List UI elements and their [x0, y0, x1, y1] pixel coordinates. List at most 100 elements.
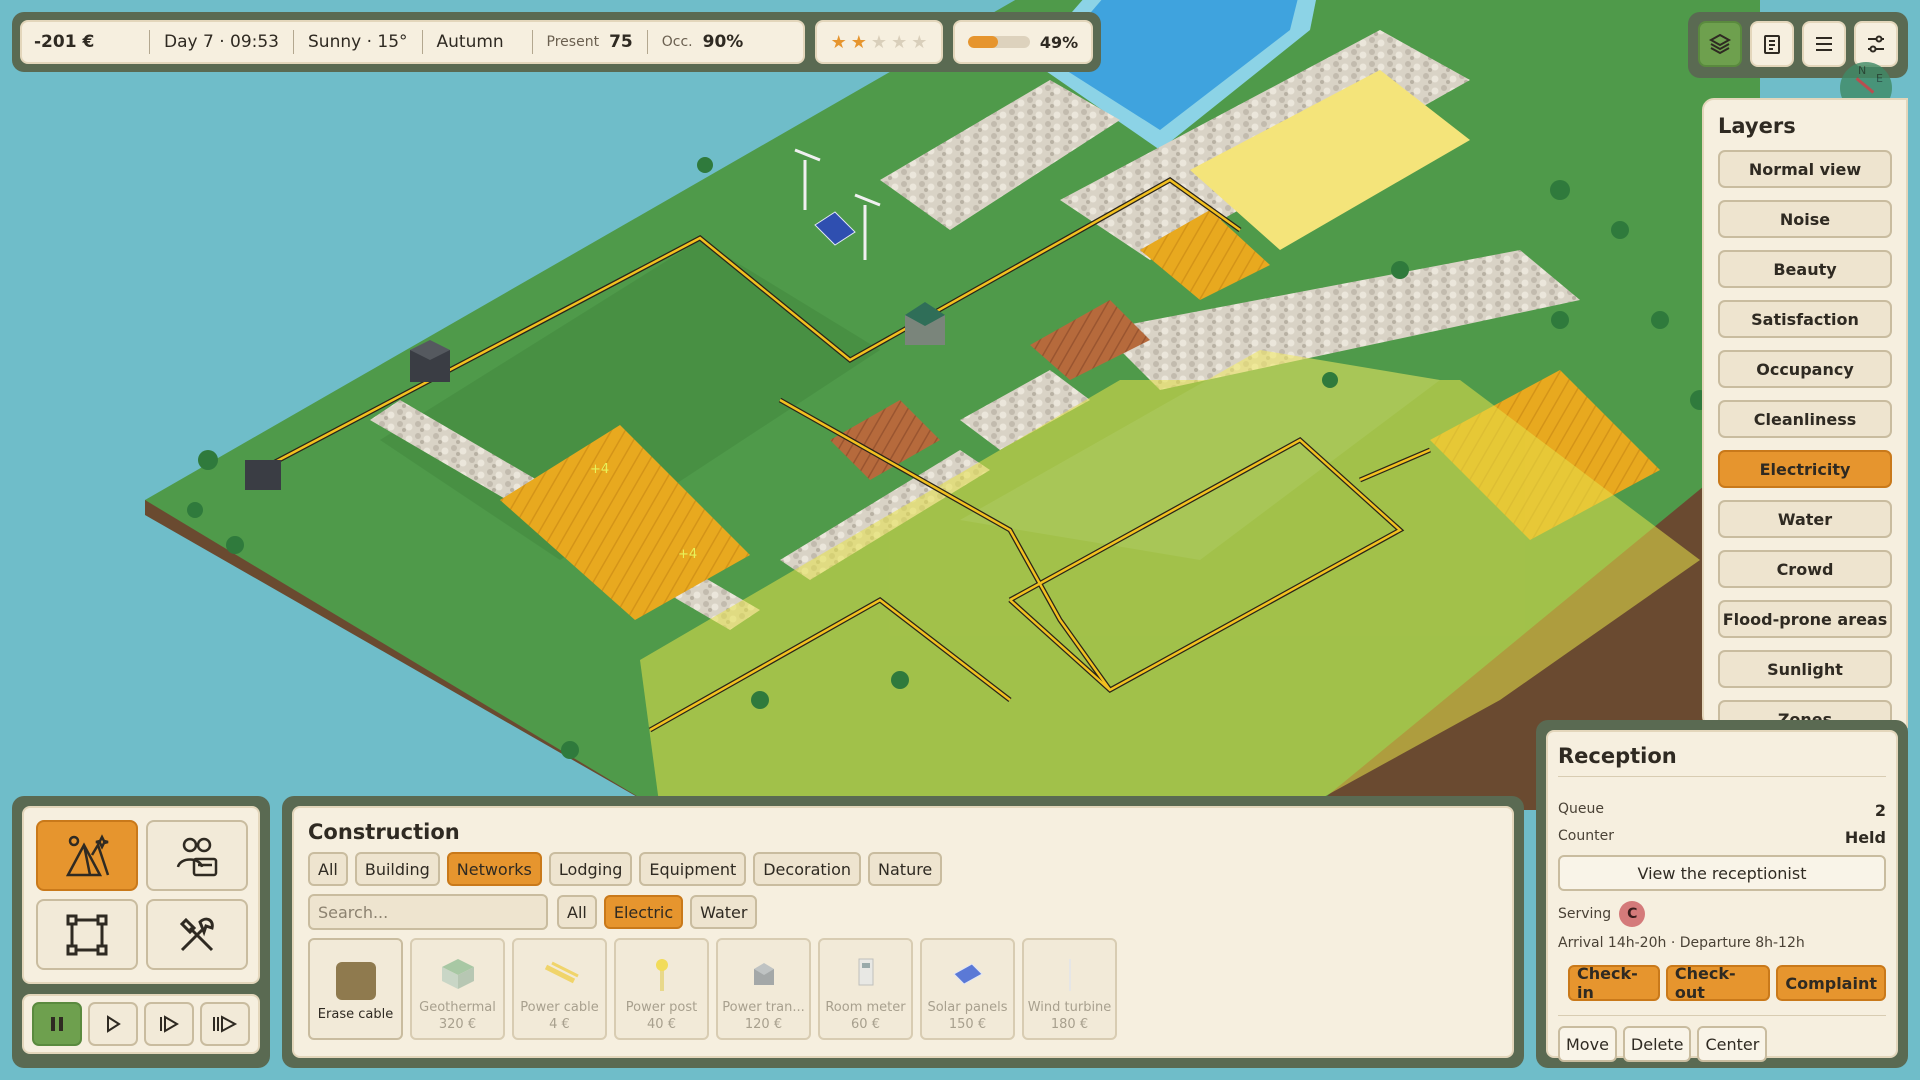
build-item-geothermal[interactable]: Geothermal 320 € [410, 938, 505, 1040]
category-tabs: All Building Networks Lodging Equipment Decor… [308, 852, 1498, 886]
star-icon: ★ [850, 31, 867, 53]
queue-value: 2 [1874, 801, 1886, 820]
star-rating: ★ ★ ★ ★ ★ [815, 20, 943, 64]
layer-noise-button[interactable]: Noise [1718, 200, 1892, 238]
compass-needle-icon [1855, 77, 1875, 94]
day-time-value: Day 7 · 09:53 [164, 32, 279, 52]
zone-mode-button[interactable] [36, 899, 138, 970]
pause-button[interactable] [32, 1002, 82, 1046]
fastest-forward-button[interactable] [200, 1002, 250, 1046]
present-value: 75 [609, 32, 633, 52]
reception-content: Reception Queue 2 Counter Held View the re… [1546, 730, 1898, 1062]
layer-electricity-button[interactable]: Electricity [1718, 450, 1892, 488]
menu-button[interactable] [1802, 21, 1846, 67]
subtab-electric[interactable]: Electric [603, 895, 684, 929]
reception-title: Reception [1558, 744, 1886, 777]
status-bar: -201 € Day 7 · 09:53 Sunny · 15° Autumn … [20, 20, 805, 64]
zone-select-icon [66, 914, 108, 955]
top-status-hud: -201 € Day 7 · 09:53 Sunny · 15° Autumn … [12, 12, 1101, 72]
star-icon: ★ [891, 31, 908, 53]
occupancy-rate: Occ. 90% [646, 30, 758, 54]
progress-indicator: 49% [953, 20, 1093, 64]
item-price: 150 € [948, 1017, 987, 1032]
item-name: Room meter [825, 1000, 906, 1015]
build-item-power-cable[interactable]: Power cable 4 € [512, 938, 607, 1040]
layer-satisfaction-button[interactable]: Satisfaction [1718, 300, 1892, 338]
center-button[interactable]: Center [1697, 1026, 1768, 1062]
layer-normal-view-button[interactable]: Normal view [1718, 150, 1892, 188]
campsite-tent-icon [65, 833, 110, 876]
layers-button[interactable] [1698, 21, 1742, 67]
item-name: Wind turbine [1027, 1000, 1112, 1015]
construction-items: Erase cable Geothermal 320 € Power cable 4 €… [308, 938, 1498, 1040]
clipboard-icon [1764, 35, 1780, 54]
tab-building[interactable]: Building [354, 852, 440, 886]
item-price: 320 € [438, 1017, 477, 1032]
layer-flood-prone-areas-button[interactable]: Flood-prone areas [1718, 600, 1892, 638]
tab-equipment[interactable]: Equipment [639, 852, 747, 886]
income-floating-text: +4 [590, 462, 609, 477]
star-icon: ★ [870, 31, 888, 53]
move-button[interactable]: Move [1558, 1026, 1617, 1062]
star-icon: ★ [830, 31, 847, 53]
build-item-wind-turbine[interactable]: Wind turbine 180 € [1022, 938, 1117, 1040]
build-item-room-meter[interactable]: Room meter 60 € [818, 938, 913, 1040]
tab-nature[interactable]: Nature [868, 852, 943, 886]
power-cable-icon [537, 954, 583, 994]
counter-label: Counter [1558, 828, 1614, 844]
pause-icon [51, 1017, 63, 1031]
serving-guest-badge[interactable]: C [1619, 901, 1646, 927]
subtab-all[interactable]: All [557, 895, 597, 929]
layer-beauty-button[interactable]: Beauty [1718, 250, 1892, 288]
subtab-water[interactable]: Water [690, 895, 758, 929]
tools-icon [179, 917, 214, 951]
erase-cable-icon [333, 961, 379, 1001]
wind-turbine-icon [1047, 954, 1093, 994]
layer-cleanliness-button[interactable]: Cleanliness [1718, 400, 1892, 438]
build-item-power-transformer[interactable]: Power tran... 120 € [716, 938, 811, 1040]
present-label: Present [546, 34, 600, 50]
tools-mode-button[interactable] [146, 899, 248, 970]
search-input[interactable] [308, 894, 548, 930]
tab-lodging[interactable]: Lodging [548, 852, 633, 886]
check-out-button[interactable]: Check-out [1665, 964, 1771, 1002]
layer-crowd-button[interactable]: Crowd [1718, 550, 1892, 588]
layer-occupancy-button[interactable]: Occupancy [1718, 350, 1892, 388]
room-meter-icon [843, 954, 889, 994]
camp-mode-button[interactable] [36, 820, 138, 891]
menu-icon [1816, 37, 1832, 51]
item-name: Geothermal [419, 1000, 496, 1015]
build-item-solar-panel[interactable]: Solar panels 150 € [920, 938, 1015, 1040]
reception-secondary-actions: Move Delete Center [1558, 1026, 1886, 1062]
power-transformer-icon [741, 954, 787, 994]
fast-forward-icon [160, 1015, 179, 1033]
compass-east: E [1876, 72, 1883, 85]
mode-panel [12, 796, 270, 1068]
objectives-button[interactable] [1750, 21, 1794, 67]
complaint-button[interactable]: Complaint [1776, 965, 1886, 1001]
item-name: Power post [625, 1000, 698, 1015]
weather-display: Sunny · 15° [293, 30, 422, 54]
tab-all[interactable]: All [308, 852, 348, 886]
view-receptionist-button[interactable]: View the receptionist [1558, 855, 1886, 891]
delete-button[interactable]: Delete [1622, 1026, 1692, 1062]
check-in-button[interactable]: Check-in [1568, 964, 1660, 1002]
build-item-power-post[interactable]: Power post 40 € [614, 938, 709, 1040]
settings-button[interactable] [1854, 21, 1898, 67]
layer-sunlight-button[interactable]: Sunlight [1718, 650, 1892, 688]
build-item-erase-cable[interactable]: Erase cable [308, 938, 403, 1040]
divider [1558, 1015, 1886, 1016]
staff-mode-button[interactable] [146, 820, 248, 891]
item-price: 4 € [549, 1017, 570, 1032]
power-generator [245, 460, 281, 490]
construction-content: Construction All Building Networks Lodging E… [292, 806, 1514, 1058]
tab-decoration[interactable]: Decoration [753, 852, 862, 886]
play-button[interactable] [88, 1002, 138, 1046]
tab-networks[interactable]: Networks [446, 852, 542, 886]
layers-list: Normal view Noise Beauty Satisfaction Occupa… [1718, 150, 1892, 726]
item-name: Power cable [520, 1000, 599, 1015]
fast-forward-button[interactable] [144, 1002, 194, 1046]
layer-water-button[interactable]: Water [1718, 500, 1892, 538]
settings-sliders-icon [1868, 35, 1884, 53]
serving-label: Serving [1558, 906, 1612, 922]
